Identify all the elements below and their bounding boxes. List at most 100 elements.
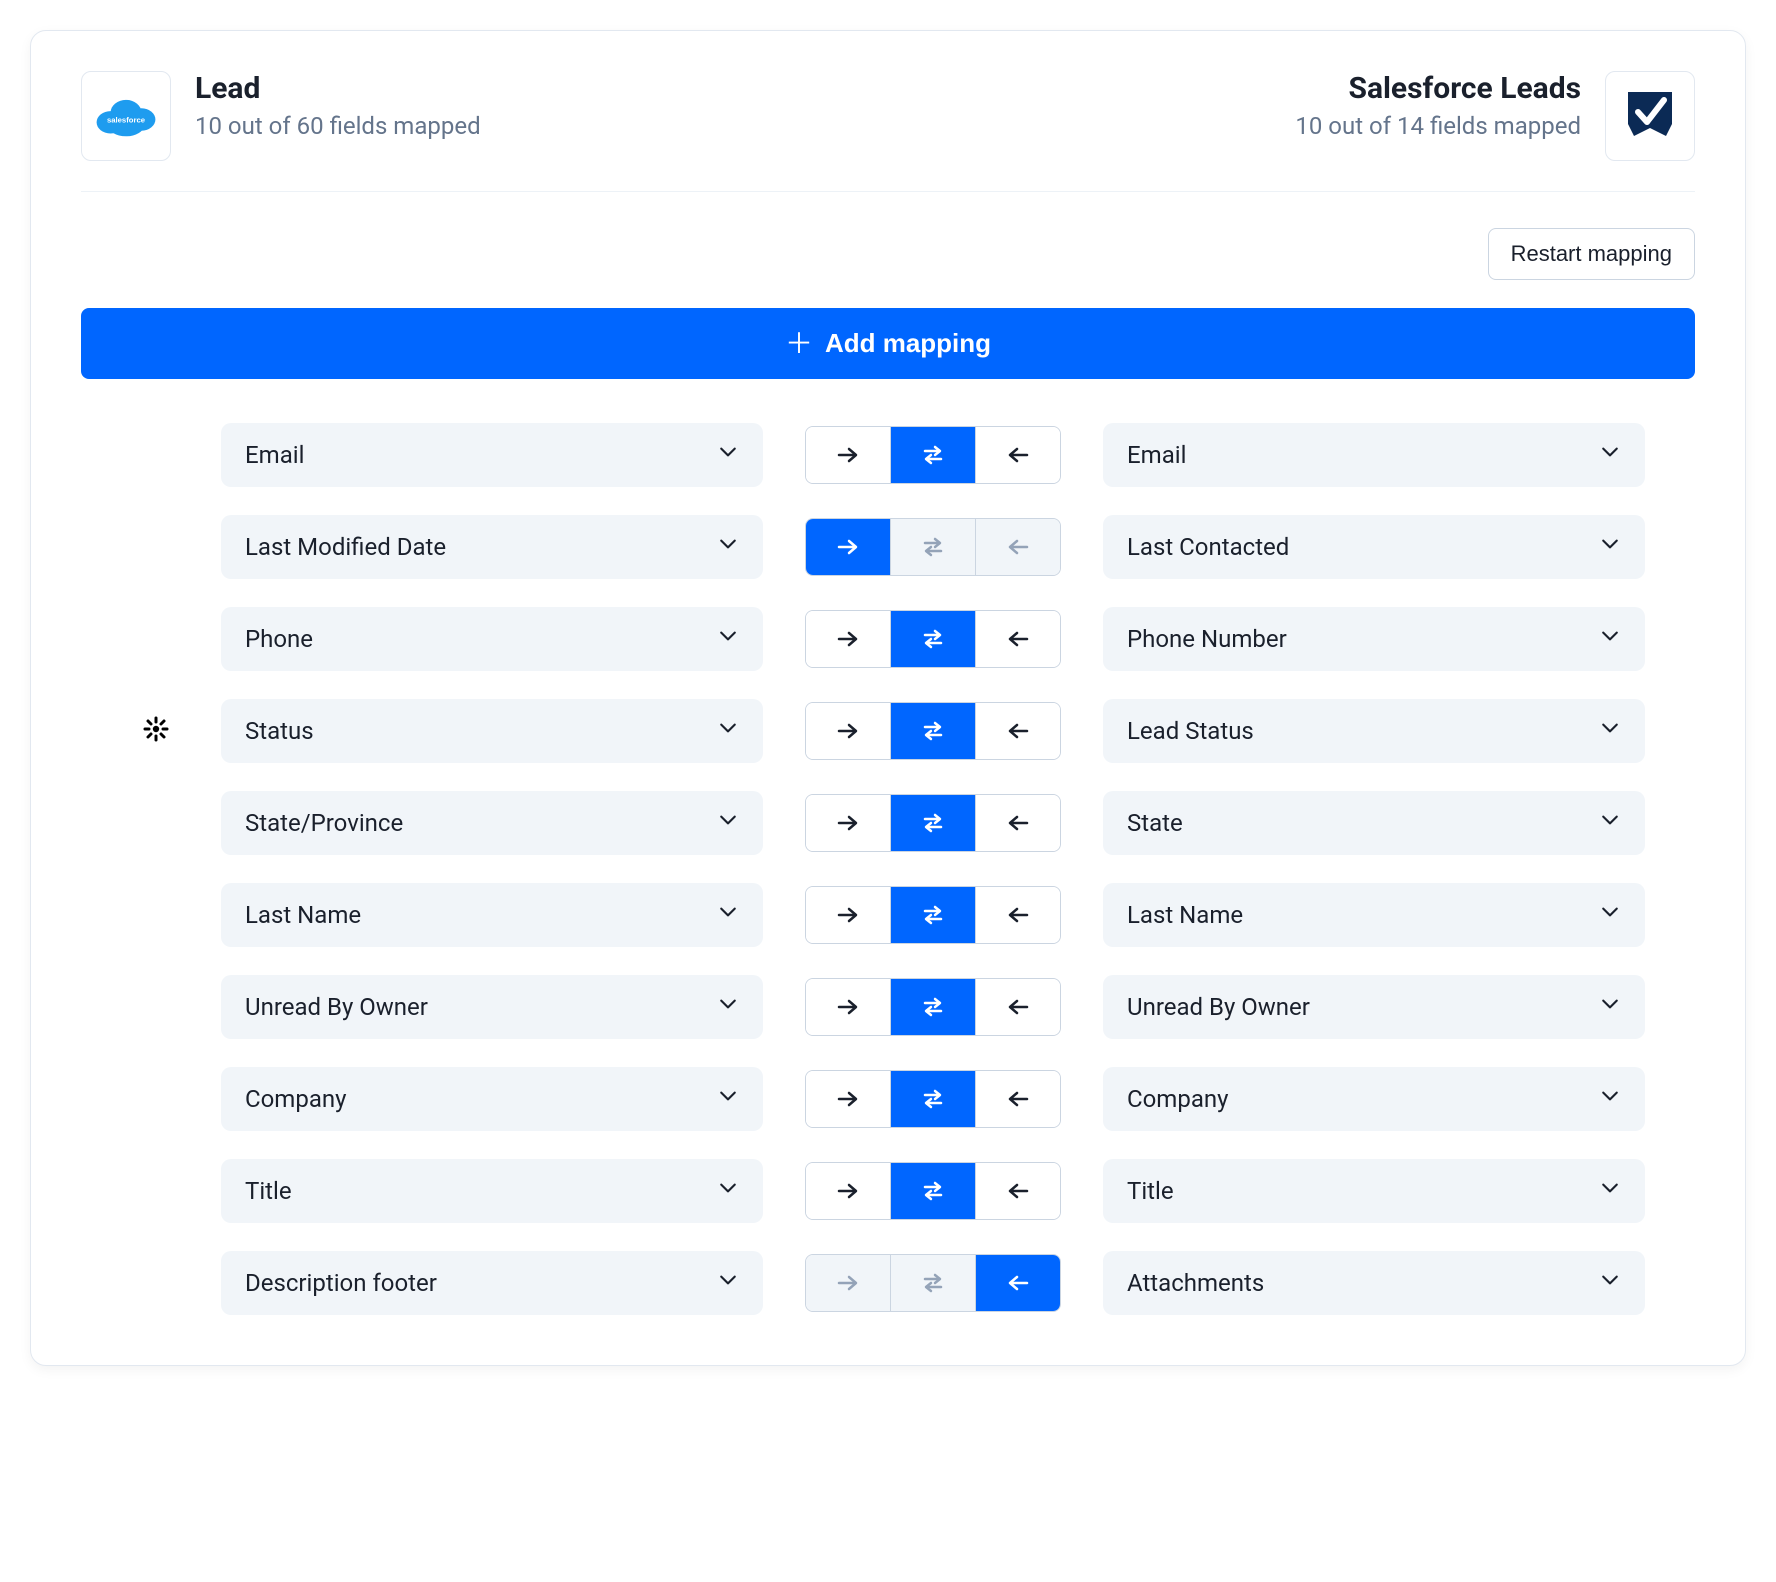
left-field-label: Last Modified Date [245, 533, 446, 561]
sync-left-button[interactable] [976, 611, 1060, 667]
mapping-row: Unread By Owner Unread By Owner [131, 975, 1645, 1039]
sync-both-button[interactable] [891, 979, 976, 1035]
sync-both-button[interactable] [891, 795, 976, 851]
sync-left-button[interactable] [976, 1255, 1060, 1311]
right-field-select[interactable]: Attachments [1103, 1251, 1645, 1315]
arrow-left-icon [1005, 1178, 1031, 1204]
add-mapping-button[interactable]: ＋ Add mapping [81, 308, 1695, 379]
arrow-left-icon [1005, 626, 1031, 652]
sync-left-button[interactable] [976, 887, 1060, 943]
direction-toggle [805, 1070, 1061, 1128]
gear-icon[interactable] [143, 716, 169, 746]
right-field-select[interactable]: Email [1103, 423, 1645, 487]
sync-right-button[interactable] [806, 887, 891, 943]
right-field-label: Last Name [1127, 901, 1243, 929]
sync-both-button[interactable] [891, 611, 976, 667]
direction-toggle [805, 1162, 1061, 1220]
chevron-down-icon [717, 717, 739, 745]
right-source-text: Salesforce Leads 10 out of 14 fields map… [1295, 71, 1581, 140]
sync-left-button[interactable] [976, 1163, 1060, 1219]
mapping-row: Title Title [131, 1159, 1645, 1223]
sync-right-button [806, 1255, 891, 1311]
left-field-select[interactable]: Last Name [221, 883, 763, 947]
header: salesforce Lead 10 out of 60 fields mapp… [81, 71, 1695, 192]
sync-right-button[interactable] [806, 703, 891, 759]
chevron-down-icon [717, 809, 739, 837]
sync-both-button[interactable] [891, 703, 976, 759]
sync-left-button[interactable] [976, 795, 1060, 851]
sync-right-button[interactable] [806, 1071, 891, 1127]
mapping-row: Email Email [131, 423, 1645, 487]
direction-toggle [805, 610, 1061, 668]
chevron-down-icon [717, 993, 739, 1021]
left-field-select[interactable]: Status [221, 699, 763, 763]
sync-both-button[interactable] [891, 887, 976, 943]
sync-left-button[interactable] [976, 979, 1060, 1035]
right-field-select[interactable]: Lead Status [1103, 699, 1645, 763]
right-field-select[interactable]: State [1103, 791, 1645, 855]
sync-left-button[interactable] [976, 1071, 1060, 1127]
right-field-label: Unread By Owner [1127, 993, 1310, 1021]
sync-both-button[interactable] [891, 1163, 976, 1219]
left-field-select[interactable]: Title [221, 1159, 763, 1223]
mapping-card: salesforce Lead 10 out of 60 fields mapp… [30, 30, 1746, 1366]
sync-both-button [891, 519, 976, 575]
sync-right-button[interactable] [806, 427, 891, 483]
restart-mapping-button[interactable]: Restart mapping [1488, 228, 1695, 280]
left-field-select[interactable]: Phone [221, 607, 763, 671]
sync-right-button[interactable] [806, 795, 891, 851]
right-field-select[interactable]: Last Contacted [1103, 515, 1645, 579]
gear-cell [131, 716, 181, 746]
right-field-label: Email [1127, 441, 1186, 469]
right-field-select[interactable]: Phone Number [1103, 607, 1645, 671]
arrow-left-icon [1005, 718, 1031, 744]
arrow-right-icon [835, 994, 861, 1020]
sync-right-button[interactable] [806, 979, 891, 1035]
arrow-right-icon [835, 626, 861, 652]
chevron-down-icon [717, 1177, 739, 1205]
left-field-select[interactable]: Unread By Owner [221, 975, 763, 1039]
left-field-select[interactable]: Description footer [221, 1251, 763, 1315]
right-field-label: Title [1127, 1177, 1174, 1205]
target-logo [1605, 71, 1695, 161]
right-field-select[interactable]: Unread By Owner [1103, 975, 1645, 1039]
left-field-select[interactable]: State/Province [221, 791, 763, 855]
left-source-header: salesforce Lead 10 out of 60 fields mapp… [81, 71, 481, 161]
arrow-both-icon [920, 534, 946, 560]
left-field-select[interactable]: Company [221, 1067, 763, 1131]
left-field-label: Status [245, 717, 314, 745]
right-field-select[interactable]: Last Name [1103, 883, 1645, 947]
arrow-right-icon [835, 718, 861, 744]
left-source-subtitle: 10 out of 60 fields mapped [195, 112, 481, 140]
left-field-select[interactable]: Email [221, 423, 763, 487]
sync-both-button[interactable] [891, 427, 976, 483]
right-field-select[interactable]: Title [1103, 1159, 1645, 1223]
add-mapping-label: Add mapping [825, 328, 991, 359]
arrow-both-icon [920, 718, 946, 744]
sync-left-button[interactable] [976, 703, 1060, 759]
left-field-label: Title [245, 1177, 292, 1205]
left-field-label: Company [245, 1085, 347, 1113]
left-field-label: State/Province [245, 809, 403, 837]
gear-glyph [143, 716, 169, 742]
direction-toggle [805, 978, 1061, 1036]
sync-right-button[interactable] [806, 519, 891, 575]
sync-left-button [976, 519, 1060, 575]
arrow-both-icon [920, 994, 946, 1020]
sync-right-button[interactable] [806, 1163, 891, 1219]
arrow-left-icon [1005, 1086, 1031, 1112]
sync-right-button[interactable] [806, 611, 891, 667]
chevron-down-icon [717, 441, 739, 469]
chevron-down-icon [717, 1269, 739, 1297]
chevron-down-icon [1599, 809, 1621, 837]
sync-left-button[interactable] [976, 427, 1060, 483]
right-field-select[interactable]: Company [1103, 1067, 1645, 1131]
direction-toggle [805, 426, 1061, 484]
salesforce-logo: salesforce [81, 71, 171, 161]
left-field-select[interactable]: Last Modified Date [221, 515, 763, 579]
sync-both-button[interactable] [891, 1071, 976, 1127]
arrow-right-icon [835, 1178, 861, 1204]
chevron-down-icon [1599, 533, 1621, 561]
arrow-both-icon [920, 442, 946, 468]
chevron-down-icon [1599, 1177, 1621, 1205]
